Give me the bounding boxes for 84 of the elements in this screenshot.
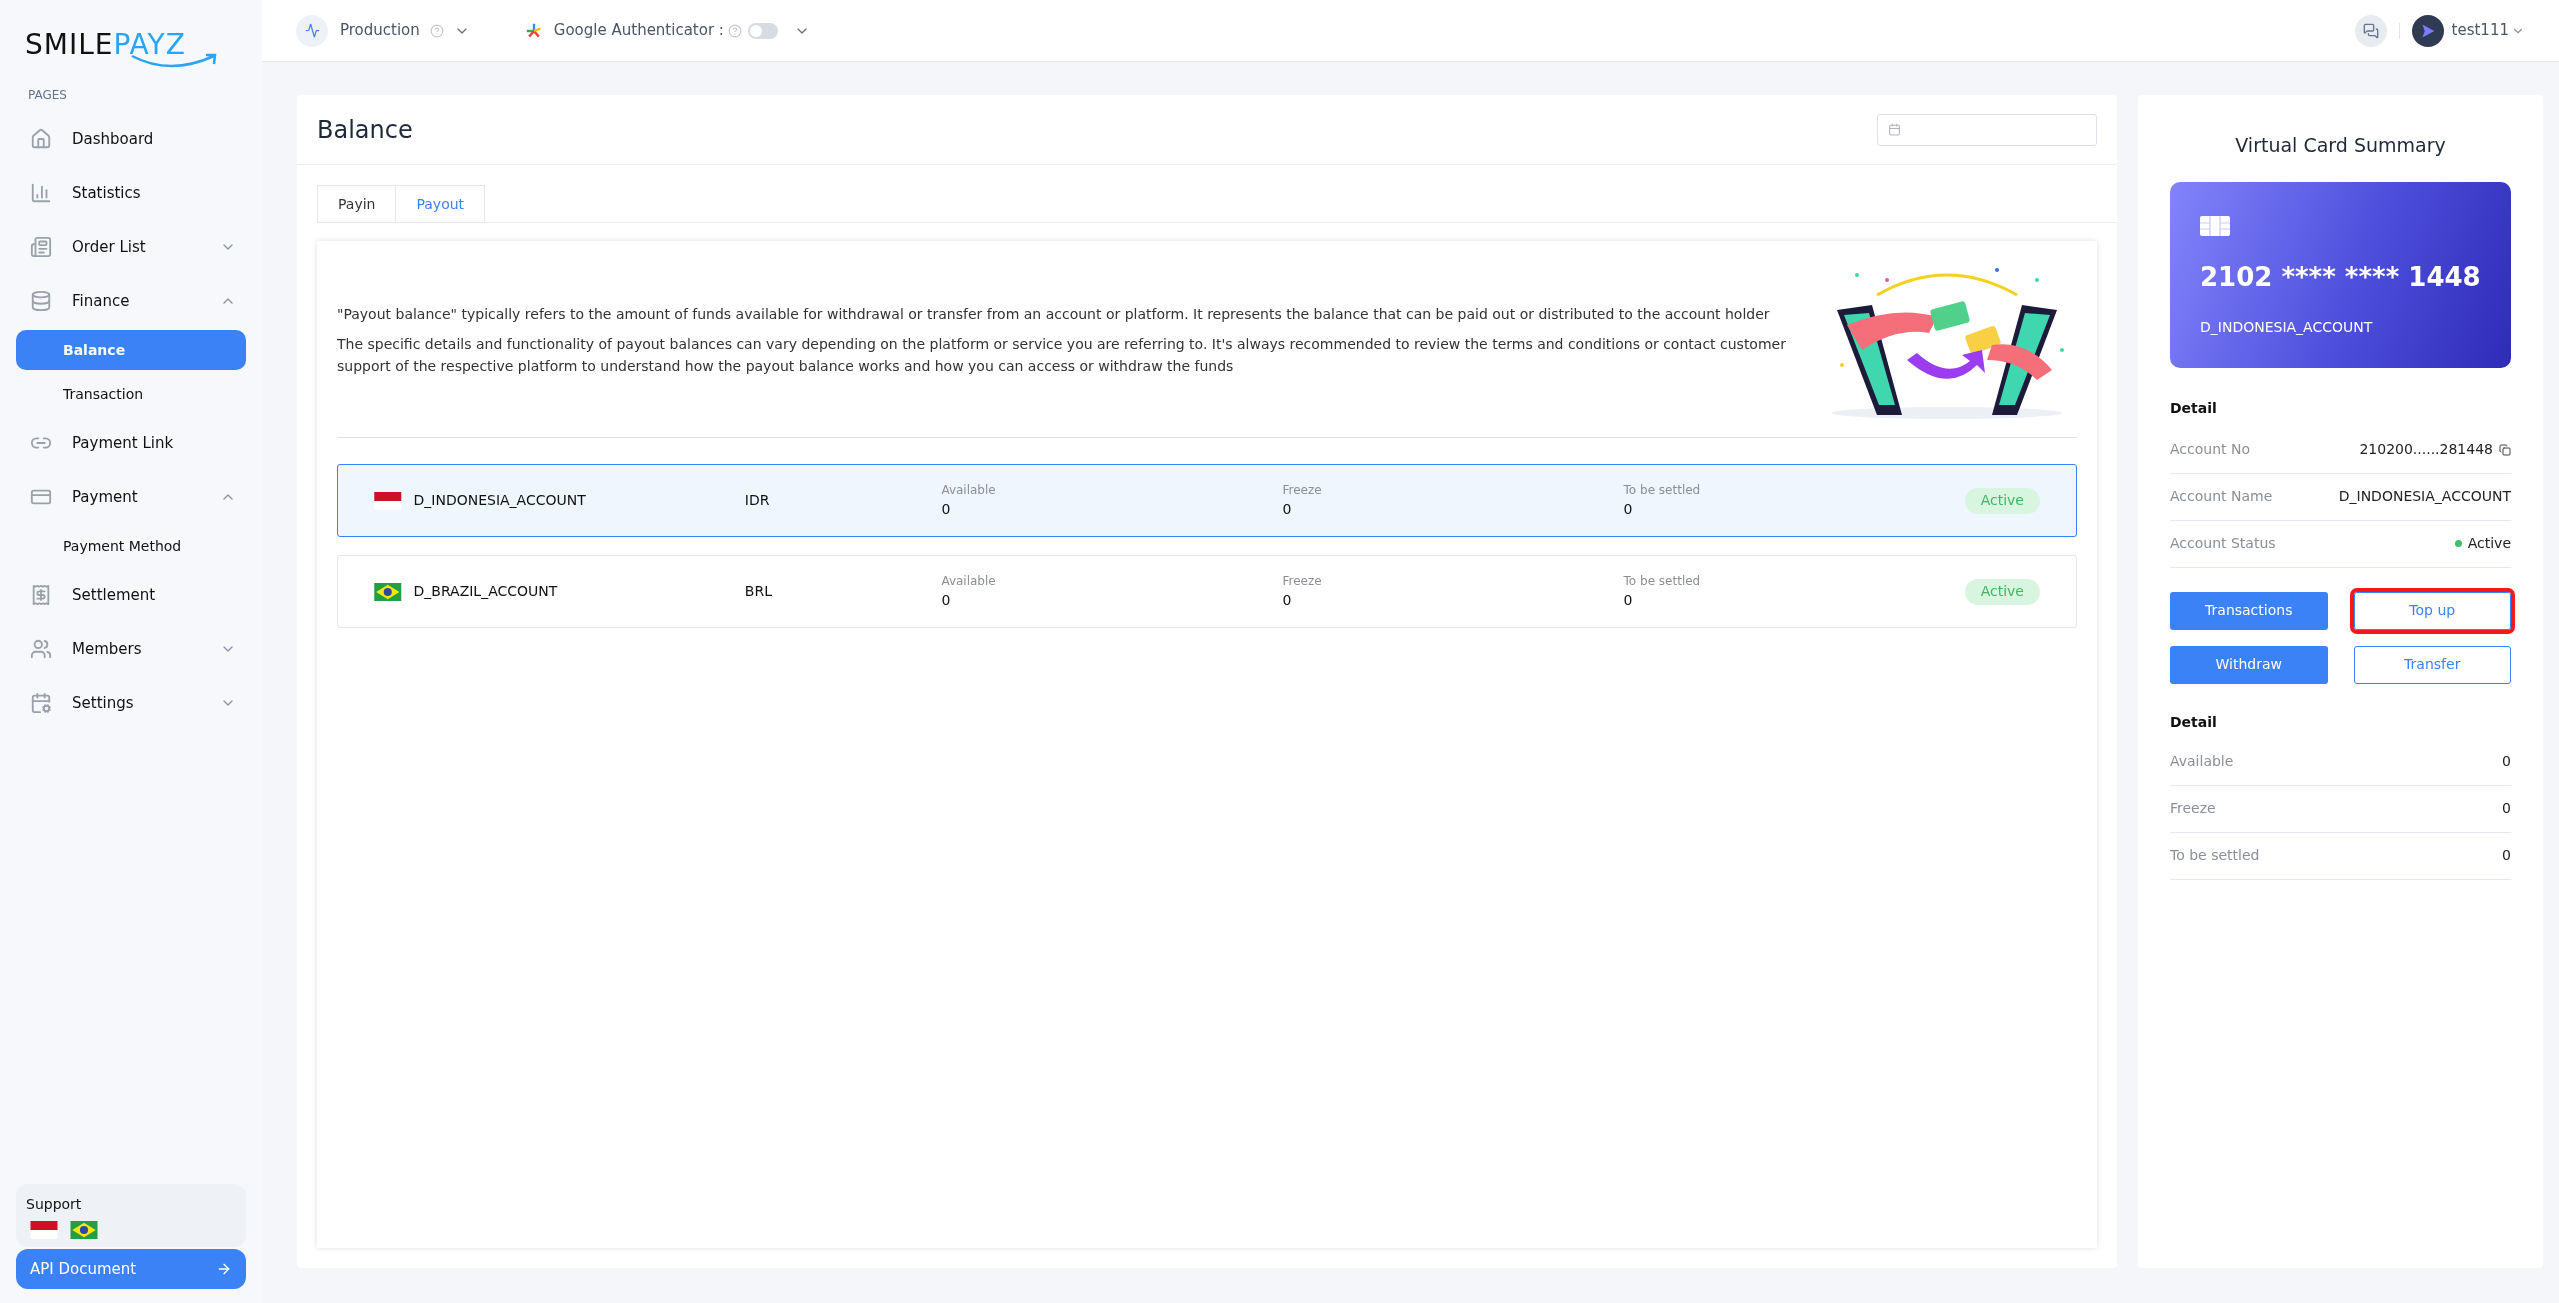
action-button[interactable]: Transfer — [2353, 645, 2511, 684]
brazil-flag-icon — [70, 1221, 98, 1239]
tab[interactable]: Payin — [317, 185, 397, 223]
account-row[interactable]: D_BRAZIL_ACCOUNT BRL Available 0 Freeze 0 To be settled 0 Active — [337, 555, 2077, 628]
chat-button[interactable] — [2354, 14, 2387, 47]
currency-code: BRL — [744, 582, 773, 601]
stat-label: Freeze — [1282, 482, 1323, 499]
card-holder: D_INDONESIA_ACCOUNT — [2200, 317, 2374, 337]
detail-label: Account Status — [2170, 534, 2276, 553]
currency-code: IDR — [744, 491, 771, 510]
users-icon — [30, 638, 52, 660]
stat-value: 0 — [1282, 500, 1293, 519]
sidebar-item[interactable]: Members — [16, 622, 246, 676]
balance-value: 0 — [2502, 799, 2511, 818]
stat-value: 0 — [1623, 500, 1634, 519]
calendar-icon — [1888, 123, 1901, 136]
balance-value: 0 — [2502, 752, 2511, 771]
detail-value: 210200......281448 — [2359, 440, 2493, 459]
document-icon — [30, 236, 52, 258]
chat-bubbles-icon — [2362, 22, 2379, 39]
calendar-gear-icon — [30, 692, 52, 714]
coin-stack-icon — [30, 290, 52, 312]
status-badge: Active — [1964, 578, 2040, 605]
environment-label: Production — [340, 20, 420, 42]
action-button[interactable]: Withdraw — [2170, 645, 2328, 684]
stat-label: Available — [941, 482, 997, 499]
intro-paragraph: "Payout balance" typically refers to the amount of funds available for withdrawal or transfer from an account or platform. It represents the balance that can be paid out or distributed to the account holder — [337, 305, 1771, 324]
action-button[interactable]: Transactions — [2170, 591, 2328, 630]
sidebar-subitem[interactable]: Transaction — [16, 374, 246, 414]
chip-icon — [2200, 215, 2230, 236]
balance-label: Freeze — [2170, 799, 2216, 818]
date-picker-field[interactable] — [1877, 113, 2097, 146]
summary-title: Virtual Card Summary — [2234, 133, 2447, 158]
brand-logo: SMILEPAYZ — [25, 30, 225, 74]
authenticator-label: Google Authenticator : — [553, 20, 724, 42]
support-title: Support — [26, 1195, 83, 1214]
copy-icon[interactable] — [2499, 443, 2511, 456]
user-avatar[interactable] — [2411, 14, 2444, 47]
indonesia-flag-icon — [30, 1221, 58, 1239]
detail-label: Account No — [2170, 440, 2250, 459]
stat-label: Freeze — [1282, 573, 1323, 590]
sidebar-subitem[interactable]: Payment Method — [16, 526, 246, 566]
receipt-icon — [30, 584, 52, 606]
stat-value: 0 — [1623, 591, 1634, 610]
detail-value: D_INDONESIA_ACCOUNT — [2338, 487, 2511, 506]
sidebar-item[interactable]: Dashboard — [16, 112, 246, 166]
intro-paragraph: The specific details and functionality of payout balances can vary depending on the platform or service you are referring to. It's always recommended to review the terms and conditions or contact customer support of the respective platform to understand how the payout balance works and how you can access or withdraw the funds — [337, 335, 1787, 376]
user-name[interactable]: test111 — [2451, 19, 2509, 42]
indonesia-flag-icon — [374, 491, 402, 510]
sidebar-item[interactable]: Statistics — [16, 166, 246, 220]
stat-label: To be settled — [1623, 482, 1702, 499]
authenticator-toggle[interactable] — [747, 22, 778, 39]
sidebar-item[interactable]: Settings — [16, 676, 246, 730]
page-title: Balance — [317, 114, 413, 146]
stat-value: 0 — [941, 591, 952, 610]
account-name: D_INDONESIA_ACCOUNT — [413, 491, 587, 510]
section-label: PAGES — [27, 87, 68, 104]
balance-value: 0 — [2502, 846, 2511, 865]
sidebar-item[interactable]: Settlement — [16, 568, 246, 622]
sidebar-item[interactable]: Finance — [16, 274, 246, 328]
stat-value: 0 — [941, 500, 952, 519]
sidebar-subitem[interactable]: Balance — [16, 330, 246, 370]
detail-heading: Detail — [2170, 712, 2218, 732]
bar-chart-icon — [30, 182, 52, 204]
brazil-flag-icon — [374, 582, 402, 601]
stat-label: To be settled — [1623, 573, 1702, 590]
detail-heading: Detail — [2170, 398, 2218, 418]
detail-value: Active — [2467, 534, 2511, 553]
account-row[interactable]: D_INDONESIA_ACCOUNT IDR Available 0 Freeze 0 To be settled 0 Active — [337, 464, 2077, 537]
home-icon — [30, 128, 52, 150]
tab[interactable]: Payout — [396, 185, 486, 223]
balance-label: Available — [2170, 752, 2234, 771]
account-name: D_BRAZIL_ACCOUNT — [413, 582, 559, 601]
status-badge: Active — [1964, 487, 2040, 514]
card-number: 2102 **** **** 1448 — [2200, 260, 2481, 294]
api-document-button[interactable]: API Document — [16, 1249, 246, 1289]
stat-value: 0 — [1282, 591, 1293, 610]
balance-label: To be settled — [2170, 846, 2260, 865]
sidebar-item[interactable]: Payment Link — [16, 416, 246, 470]
sidebar-item[interactable]: Payment — [16, 470, 246, 524]
authenticator-star-icon — [525, 22, 542, 39]
stat-label: Available — [941, 573, 997, 590]
sidebar-item[interactable]: Order List — [16, 220, 246, 274]
detail-label: Account Name — [2170, 487, 2273, 506]
